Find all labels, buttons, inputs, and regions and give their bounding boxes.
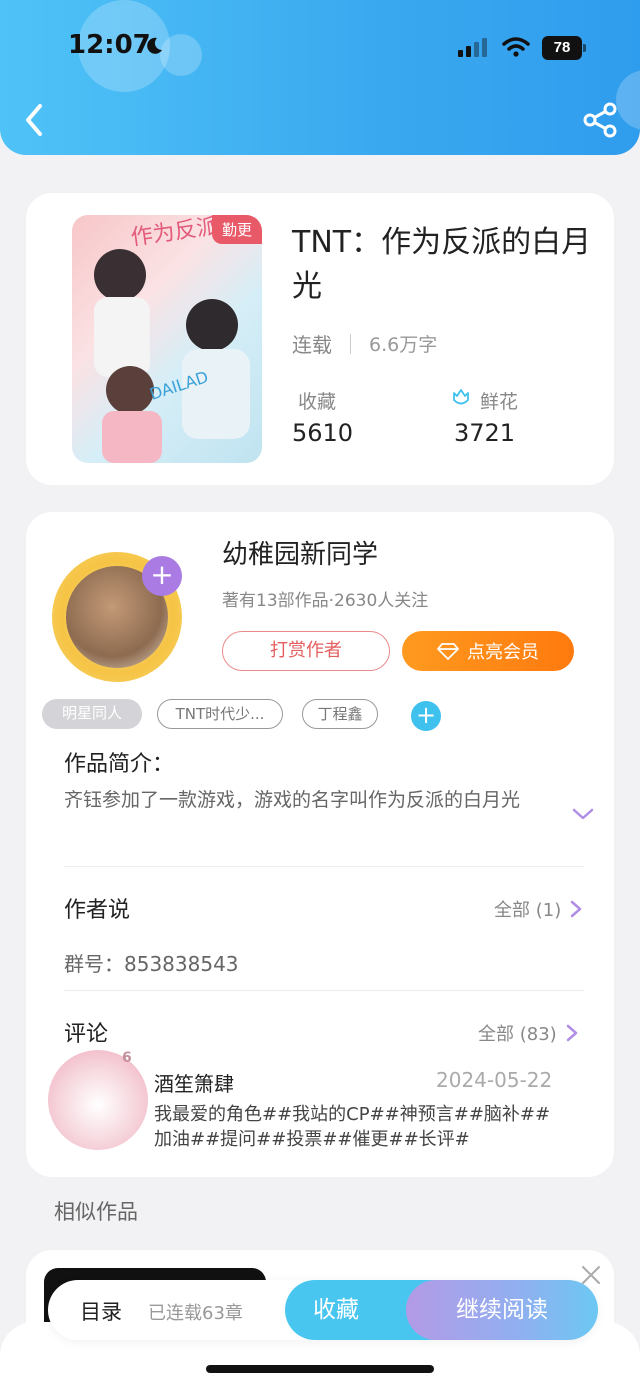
- tag-chip[interactable]: 明星同人: [42, 699, 142, 729]
- tag-chip[interactable]: 丁程鑫: [302, 699, 378, 729]
- book-title: TNT：作为反派的白月光: [292, 225, 592, 304]
- diamond-icon: [437, 643, 459, 660]
- close-icon[interactable]: [580, 1264, 602, 1286]
- comment-date: 2024-05-22: [436, 1068, 553, 1092]
- author-says-content: 群号：853838543: [64, 952, 239, 976]
- tag-chip[interactable]: TNT时代少...: [157, 699, 283, 729]
- update-badge: 勤更: [211, 215, 262, 244]
- similar-works-title: 相似作品: [54, 1200, 138, 1224]
- tip-author-button[interactable]: 打赏作者: [222, 631, 390, 671]
- vip-button[interactable]: 点亮会员: [402, 631, 574, 671]
- svg-text:作为反派: 作为反派: [129, 215, 220, 251]
- flowers-count: 3721: [454, 419, 516, 447]
- author-says-all-label: 全部 (1): [494, 900, 562, 921]
- wifi-icon: [502, 37, 530, 57]
- intro-text: 齐钰参加了一款游戏，游戏的名字叫作为反派的白月光: [64, 789, 521, 811]
- toc-button[interactable]: 目录: [80, 1296, 122, 1326]
- status-time: 12:07: [68, 30, 151, 60]
- author-stats: 著有13部作品·2630人关注: [222, 591, 429, 611]
- favorites-label: 收藏: [298, 391, 337, 413]
- book-info-card: 作为反派 DAILAD 勤更 TNT：作为反派的白月光 连载 6.6万字 收藏 …: [26, 193, 614, 485]
- intro-title: 作品简介：: [64, 752, 175, 777]
- follow-author-button[interactable]: +: [142, 556, 182, 596]
- book-meta: 连载 6.6万字: [292, 329, 437, 358]
- word-count: 6.6万字: [369, 334, 438, 356]
- chevron-down-icon[interactable]: [571, 806, 595, 822]
- author-card: + 幼稚园新同学 著有13部作品·2630人关注 打赏作者 点亮会员 明星同人 …: [26, 512, 614, 1177]
- author-says-all-link[interactable]: 全部 (1): [494, 896, 583, 922]
- comments-title: 评论: [64, 1022, 109, 1047]
- signal-icon: [458, 38, 487, 57]
- decor-bubble: [160, 34, 202, 76]
- comment-username[interactable]: 酒笙箫肆: [154, 1068, 234, 1097]
- battery-icon: 78: [542, 36, 586, 60]
- add-tag-button[interactable]: +: [411, 701, 441, 731]
- home-indicator[interactable]: [206, 1365, 434, 1373]
- cover-illustration: 作为反派 DAILAD: [94, 215, 250, 463]
- divider: [64, 866, 584, 867]
- comment-text[interactable]: 我最爱的角色##我站的CP##神预言##脑补##加油##提问##投票##催更##…: [154, 1102, 564, 1152]
- flowers-label: 鲜花: [480, 391, 519, 413]
- share-icon[interactable]: [580, 102, 620, 138]
- flower-icon: [453, 389, 469, 405]
- chevron-right-icon: [566, 1024, 577, 1042]
- book-cover[interactable]: 作为反派 DAILAD 勤更: [72, 215, 262, 463]
- book-status: 连载: [292, 333, 332, 357]
- author-name[interactable]: 幼稚园新同学: [222, 534, 378, 571]
- comment-user-level: 6: [122, 1050, 132, 1066]
- comments-all-link[interactable]: 全部 (83): [478, 1020, 579, 1046]
- chevron-right-icon: [570, 900, 582, 918]
- author-says-title: 作者说: [64, 898, 131, 923]
- vip-label: 点亮会员: [467, 642, 539, 663]
- comment-avatar[interactable]: [48, 1050, 148, 1150]
- moon-icon: [147, 37, 162, 54]
- continue-reading-button[interactable]: 继续阅读: [406, 1280, 598, 1340]
- divider: [64, 990, 584, 991]
- comments-all-label: 全部 (83): [478, 1024, 557, 1045]
- chapter-count: 已连载63章: [148, 1303, 243, 1324]
- header-bar: 12:07 78: [0, 0, 640, 155]
- bottom-action-bar: 目录 已连载63章 收藏 继续阅读: [48, 1280, 598, 1340]
- favorites-count: 5610: [292, 419, 354, 447]
- battery-level: 78: [542, 36, 582, 60]
- back-button[interactable]: [20, 100, 50, 140]
